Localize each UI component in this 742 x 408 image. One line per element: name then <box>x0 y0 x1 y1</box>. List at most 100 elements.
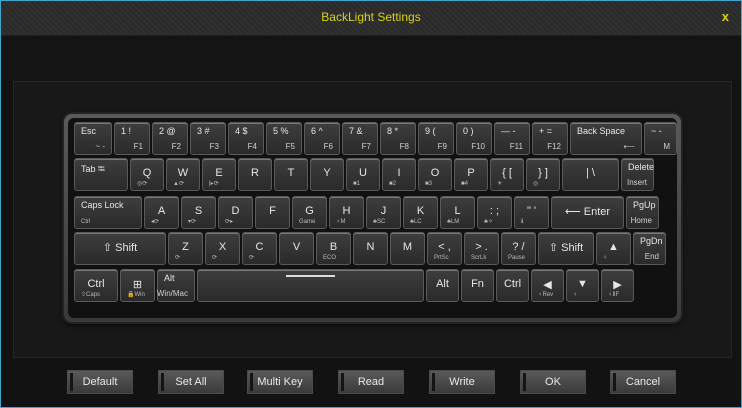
key-f1[interactable]: 1 ! F1 <box>114 122 150 155</box>
key-t[interactable]: T <box>274 158 308 191</box>
key-backslash[interactable]: | \ <box>562 158 619 191</box>
default-button[interactable]: Default <box>67 370 133 394</box>
key-label: E <box>215 167 223 179</box>
key-ctrl-left[interactable]: Ctrl ⇧Caps <box>74 269 118 302</box>
key-fn-label: ♀ <box>573 292 578 298</box>
key-v[interactable]: V <box>279 232 314 265</box>
key-u[interactable]: U ■1 <box>346 158 380 191</box>
key-space[interactable] <box>197 269 424 302</box>
key-primary-label: 8 * <box>387 126 399 136</box>
key-f12[interactable]: + = F12 <box>532 122 568 155</box>
key-c[interactable]: C ⟳ <box>242 232 277 265</box>
key-label: C <box>255 241 264 253</box>
key-fn-label: Pause <box>508 255 526 261</box>
key-q[interactable]: Q ◎⟳ <box>130 158 164 191</box>
key-fn-label: ⟳▸ <box>225 219 234 225</box>
key-label: | \ <box>586 167 595 179</box>
key-x[interactable]: X ⟳ <box>205 232 240 265</box>
key-s[interactable]: S ▾⟳ <box>181 196 216 229</box>
key-primary-label: 4 $ <box>235 126 248 136</box>
key-f10[interactable]: 0 ) F10 <box>456 122 492 155</box>
key-f6[interactable]: 6 ^ F6 <box>304 122 340 155</box>
key-label: ▶ <box>613 279 622 291</box>
key-r[interactable]: R <box>238 158 272 191</box>
key-z[interactable]: Z ⟳ <box>168 232 203 265</box>
ok-button[interactable]: OK <box>520 370 586 394</box>
key-left[interactable]: ◀ ♀Rev <box>531 269 564 302</box>
multi-key-button[interactable]: Multi Key <box>247 370 313 394</box>
key-alt-right[interactable]: Alt <box>426 269 459 302</box>
key-slash[interactable]: ? / Pause <box>501 232 536 265</box>
close-icon[interactable]: x <box>722 9 729 24</box>
key-esc[interactable]: Esc ~ - <box>74 122 112 155</box>
key-f8[interactable]: 8 * F8 <box>380 122 416 155</box>
key-semicolon[interactable]: : ; ♣✧ <box>477 196 512 229</box>
key-comma[interactable]: < , PrtSc <box>427 232 462 265</box>
key-tab[interactable]: Tab ⭾ <box>74 158 128 191</box>
key-delete[interactable]: Delete Insert <box>621 158 654 191</box>
key-pgup[interactable]: PgUp Home <box>626 196 659 229</box>
key-y[interactable]: Y <box>310 158 344 191</box>
key-label: ⇧ Shift <box>548 242 584 254</box>
set-all-button[interactable]: Set All <box>158 370 224 394</box>
key-label: ⇧ Shift <box>102 242 138 254</box>
key-f3[interactable]: 3 # F3 <box>190 122 226 155</box>
key-d[interactable]: D ⟳▸ <box>218 196 253 229</box>
key-a[interactable]: A ◂⟳ <box>144 196 179 229</box>
key-secondary-label: Home <box>630 216 652 225</box>
key-e[interactable]: E |▸⟳ <box>202 158 236 191</box>
key-enter[interactable]: ⟵ Enter <box>551 196 624 229</box>
key-quote[interactable]: " ' ℹ <box>514 196 549 229</box>
key-label: Y <box>323 167 331 179</box>
key-lbracket[interactable]: { [☀ <box>490 158 524 191</box>
key-rbracket[interactable]: } ] ◎ <box>526 158 560 191</box>
key-lshift[interactable]: ⇧ Shift <box>74 232 166 265</box>
cancel-button[interactable]: Cancel <box>610 370 676 394</box>
key-capslock[interactable]: Caps Lock Ctrl <box>74 196 142 229</box>
key-secondary-label: Win/Mac <box>156 289 188 298</box>
key-period[interactable]: > . ScrLk <box>464 232 499 265</box>
key-o[interactable]: O ■3 <box>418 158 452 191</box>
key-m[interactable]: ~ -M <box>644 122 677 155</box>
key-g[interactable]: G Game <box>292 196 327 229</box>
key-label: J <box>380 205 387 217</box>
key-k[interactable]: K ♣LC <box>403 196 438 229</box>
key-label: N <box>366 241 375 253</box>
key-secondary-label: F9 <box>437 142 447 151</box>
key-pgdn[interactable]: PgDn End <box>633 232 666 265</box>
key-f11[interactable]: — - F11 <box>494 122 530 155</box>
key-rshift[interactable]: ⇧ Shift <box>538 232 594 265</box>
key-n[interactable]: N <box>353 232 388 265</box>
key-ctrl-right[interactable]: Ctrl <box>496 269 529 302</box>
key-j[interactable]: J ♣SC <box>366 196 401 229</box>
key-backspace[interactable]: Back Space ⟵ <box>570 122 642 155</box>
key-f2[interactable]: 2 @ F2 <box>152 122 188 155</box>
read-button[interactable]: Read <box>338 370 404 394</box>
key-label: Q <box>142 167 152 179</box>
key-label: Z <box>182 241 189 253</box>
key-w[interactable]: W ▲⟳ <box>166 158 200 191</box>
key-f9[interactable]: 9 (F9 <box>418 122 454 155</box>
key-label: Ctrl <box>503 278 522 290</box>
key-f5[interactable]: 5 % F5 <box>266 122 302 155</box>
key-fn[interactable]: Fn <box>461 269 494 302</box>
key-p[interactable]: P ■4 <box>454 158 488 191</box>
key-alt-left[interactable]: Alt Win/Mac <box>157 269 195 302</box>
key-m2[interactable]: M <box>390 232 425 265</box>
key-i[interactable]: I ■2 <box>382 158 416 191</box>
key-b[interactable]: B ECO <box>316 232 351 265</box>
key-fn-label: ♣LC <box>410 219 422 225</box>
key-fn-label: ⟳ <box>212 255 218 261</box>
key-right[interactable]: ▶ ♀ⅡF <box>601 269 634 302</box>
write-button[interactable]: Write <box>429 370 495 394</box>
title-bar: BackLight Settings x <box>1 1 741 35</box>
key-up[interactable]: ▲ ♀ <box>596 232 631 265</box>
key-win[interactable]: ⊞ 🔒Win <box>120 269 155 302</box>
key-f[interactable]: F <box>255 196 290 229</box>
key-f7[interactable]: 7 & F7 <box>342 122 378 155</box>
key-f4[interactable]: 4 $ F4 <box>228 122 264 155</box>
key-l[interactable]: L ♣LM <box>440 196 475 229</box>
key-down[interactable]: ▼ ♀ <box>566 269 599 302</box>
key-fn-label: ▾⟳ <box>188 219 197 225</box>
key-h[interactable]: H ♀M <box>329 196 364 229</box>
